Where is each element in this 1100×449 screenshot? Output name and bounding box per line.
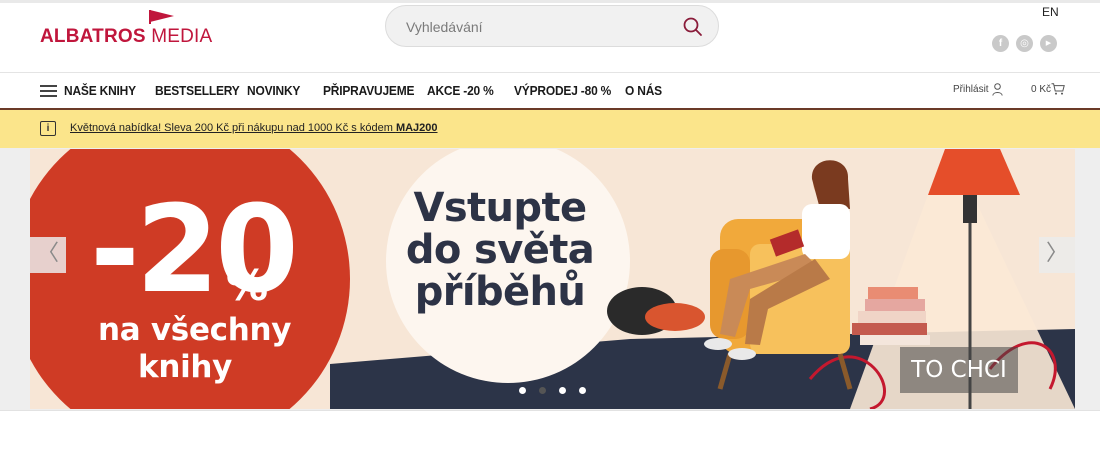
hero-banner[interactable]: -20 % na všechny knihy Vstupte do světa … xyxy=(30,149,1075,409)
discount-percent: % xyxy=(226,261,269,310)
instagram-icon[interactable]: ◎ xyxy=(1016,35,1033,52)
nav-item-novinky[interactable]: NOVINKY xyxy=(247,83,300,98)
headline-line1: Vstupte xyxy=(413,185,587,231)
cta-button[interactable]: TO CHCI xyxy=(900,347,1018,393)
banner-headline: Vstupte do světa příběhů xyxy=(400,187,600,313)
content-divider xyxy=(0,410,1100,411)
logo-wordmark: ALBATROS MEDIA xyxy=(40,26,212,48)
carousel-dot[interactable] xyxy=(559,387,566,394)
nav-item-pripravujeme[interactable]: PŘIPRAVUJEME xyxy=(323,83,414,98)
carousel-dot[interactable] xyxy=(519,387,526,394)
discount-subtitle-line2: knihy xyxy=(138,349,233,385)
carousel-dot[interactable] xyxy=(539,387,546,394)
headline-line3: příběhů xyxy=(414,269,586,315)
logo-light-text: MEDIA xyxy=(151,26,213,47)
nav-item-vyprodej[interactable]: VÝPRODEJ -80 % xyxy=(514,83,611,98)
promo-link[interactable]: Květnová nabídka! Sleva 200 Kč při nákup… xyxy=(70,122,438,134)
nav-item-bestsellery[interactable]: BESTSELLERY xyxy=(155,83,240,98)
nav-item-nase-knihy[interactable]: NAŠE KNIHY xyxy=(64,83,136,98)
discount-subtitle-line1: na všechny xyxy=(98,312,292,348)
login-link[interactable]: Přihlásit xyxy=(953,84,989,95)
search-input[interactable] xyxy=(406,16,676,38)
promo-text: Květnová nabídka! Sleva 200 Kč při nákup… xyxy=(70,122,396,134)
nav-item-o-nas[interactable]: O NÁS xyxy=(625,83,662,98)
carousel-prev-arrow[interactable]: 〈 xyxy=(30,237,66,273)
language-switch[interactable]: EN xyxy=(1042,5,1059,19)
search-icon[interactable] xyxy=(682,16,704,38)
facebook-icon[interactable]: f xyxy=(992,35,1009,52)
user-icon[interactable] xyxy=(992,83,1003,96)
search-box xyxy=(385,5,719,47)
albatros-media-logo[interactable]: ALBATROS MEDIA xyxy=(40,9,220,49)
logo-bold-text: ALBATROS xyxy=(40,26,146,47)
youtube-icon[interactable]: ▶ xyxy=(1040,35,1057,52)
info-icon: i xyxy=(40,121,56,136)
top-border xyxy=(0,0,1100,3)
nav-item-akce[interactable]: AKCE -20 % xyxy=(427,83,494,98)
main-navigation: NAŠE KNIHY BESTSELLERY NOVINKY PŘIPRAVUJ… xyxy=(0,73,1100,109)
cart-icon[interactable] xyxy=(1051,83,1065,95)
hamburger-icon[interactable] xyxy=(40,85,57,97)
logo-flag-icon xyxy=(150,10,174,22)
cart-total[interactable]: 0 Kč xyxy=(1031,84,1051,95)
headline-line2: do světa xyxy=(405,227,595,273)
carousel-dot[interactable] xyxy=(579,387,586,394)
promo-bar: i Květnová nabídka! Sleva 200 Kč při nák… xyxy=(0,110,1100,148)
carousel-next-arrow[interactable]: 〉 xyxy=(1039,237,1075,273)
promo-code: MAJ200 xyxy=(395,122,438,134)
